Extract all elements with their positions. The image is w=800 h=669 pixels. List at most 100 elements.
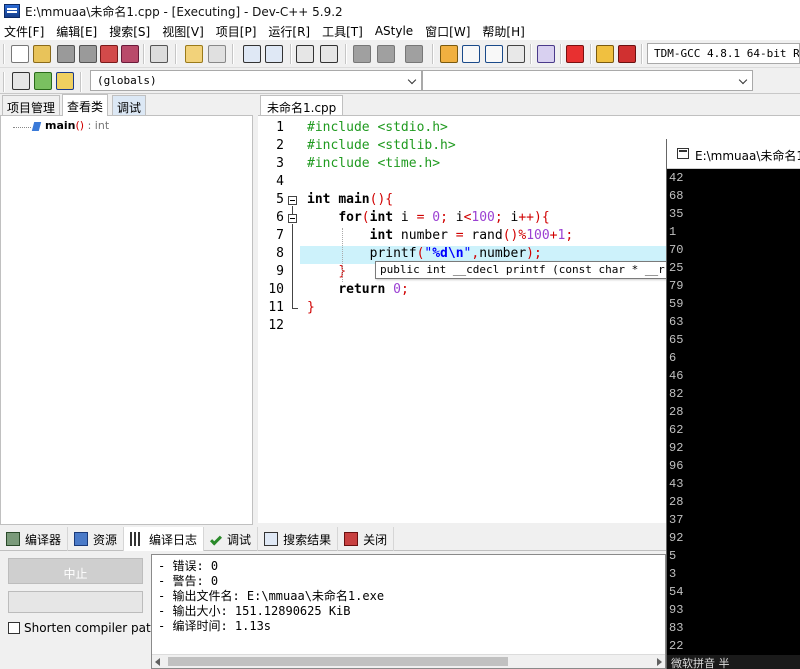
tab-close-label: 关闭 bbox=[363, 532, 388, 547]
menu-file[interactable]: 文件[F] bbox=[0, 23, 50, 40]
bookmark-icon[interactable] bbox=[320, 45, 338, 63]
tab-close[interactable]: 关闭 bbox=[338, 527, 395, 551]
insert-icon[interactable] bbox=[34, 72, 52, 90]
editor-tab-file[interactable]: 未命名1.cpp bbox=[260, 95, 344, 115]
tab-debug[interactable]: 调试 bbox=[112, 95, 147, 115]
tab-project-manager[interactable]: 项目管理 bbox=[2, 95, 61, 115]
run-icon[interactable] bbox=[462, 45, 480, 63]
replace-icon[interactable] bbox=[265, 45, 283, 63]
redo-icon[interactable] bbox=[208, 45, 226, 63]
unindent-icon[interactable] bbox=[377, 45, 395, 63]
console-line: 6 bbox=[669, 351, 677, 365]
log-horizontal-scrollbar[interactable] bbox=[152, 654, 665, 668]
menu-help[interactable]: 帮助[H] bbox=[476, 23, 530, 40]
compile-run-icon[interactable] bbox=[485, 45, 503, 63]
goto-line-icon[interactable] bbox=[296, 45, 314, 63]
bar-chart-icon bbox=[130, 532, 145, 546]
menu-astyle[interactable]: AStyle bbox=[369, 24, 419, 38]
tree-item-main[interactable]: main() : int bbox=[45, 119, 109, 132]
tab-resources[interactable]: 资源 bbox=[68, 527, 125, 551]
checkbox-box[interactable] bbox=[8, 622, 20, 634]
console-line: 65 bbox=[669, 333, 684, 347]
stop-compile-button[interactable]: 中止 bbox=[8, 558, 143, 584]
toggle-comment-icon[interactable] bbox=[405, 45, 423, 63]
log-line: - 编译时间: 1.13s bbox=[158, 619, 272, 633]
save-icon[interactable] bbox=[57, 45, 75, 63]
line-number: 1 bbox=[276, 120, 284, 135]
search-icon bbox=[264, 532, 279, 546]
tab-class-browser[interactable]: 查看类 bbox=[62, 94, 109, 116]
debug-icon[interactable] bbox=[618, 45, 636, 63]
code-line-9: } bbox=[338, 264, 347, 279]
console-window[interactable]: E:\mmuaa\未命名1. 42 68 35 1 70 25 79 59 63… bbox=[666, 139, 800, 669]
devcpp-app-icon bbox=[4, 4, 20, 18]
ime-status-bar: 微软拼音 半 bbox=[667, 655, 800, 669]
line-number: 11 bbox=[268, 300, 284, 315]
console-line: 92 bbox=[669, 441, 684, 455]
menu-tools[interactable]: 工具[T] bbox=[316, 23, 369, 40]
console-line: 96 bbox=[669, 459, 684, 473]
line-number: 7 bbox=[276, 228, 284, 243]
print-icon[interactable] bbox=[150, 45, 168, 63]
scope-select[interactable]: (globals) bbox=[90, 70, 422, 91]
indent-icon[interactable] bbox=[353, 45, 371, 63]
console-line: 28 bbox=[669, 495, 684, 509]
open-file-icon[interactable] bbox=[33, 45, 51, 63]
new-class-icon[interactable] bbox=[12, 72, 30, 90]
line-gutter: 1 2 3 4 5 6 7 8 9 10 11 12 bbox=[258, 116, 300, 523]
menu-edit[interactable]: 编辑[E] bbox=[50, 23, 103, 40]
syntax-check-icon[interactable] bbox=[537, 45, 555, 63]
code-line-10: return 0; bbox=[338, 282, 409, 297]
scroll-right-icon[interactable] bbox=[657, 658, 662, 666]
code-line-6: for(int i = 0; i<100; i++){ bbox=[338, 210, 550, 225]
menu-search[interactable]: 搜索[S] bbox=[103, 23, 156, 40]
line-number: 4 bbox=[276, 174, 284, 189]
code-line-5: int main(){ bbox=[307, 192, 394, 207]
menu-view[interactable]: 视图[V] bbox=[156, 23, 210, 40]
compile-icon[interactable] bbox=[440, 45, 458, 63]
tab-compile-log[interactable]: 编译日志 bbox=[124, 527, 205, 551]
profile-chart-icon[interactable] bbox=[596, 45, 614, 63]
toggle-header-icon[interactable] bbox=[56, 72, 74, 90]
shorten-paths-checkbox[interactable]: Shorten compiler paths bbox=[8, 621, 165, 635]
compile-progress-bar bbox=[8, 591, 143, 613]
title-bar: E:\mmuaa\未命名1.cpp - [Executing] - Dev-C+… bbox=[0, 0, 800, 22]
shorten-paths-label: Shorten compiler paths bbox=[24, 621, 165, 635]
function-select[interactable] bbox=[422, 70, 753, 91]
scroll-thumb[interactable] bbox=[168, 657, 508, 666]
menu-run[interactable]: 运行[R] bbox=[262, 23, 316, 40]
tab-search-results[interactable]: 搜索结果 bbox=[258, 527, 339, 551]
close-all-icon[interactable] bbox=[121, 45, 139, 63]
fold-toggle-icon[interactable] bbox=[288, 196, 297, 205]
console-line: 70 bbox=[669, 243, 684, 257]
find-icon[interactable] bbox=[243, 45, 261, 63]
tab-resources-label: 资源 bbox=[93, 532, 118, 547]
console-line: 25 bbox=[669, 261, 684, 275]
close-icon bbox=[344, 532, 359, 546]
new-file-icon[interactable] bbox=[11, 45, 29, 63]
menu-project[interactable]: 项目[P] bbox=[210, 23, 263, 40]
compile-log[interactable]: - 错误: 0 - 警告: 0 - 输出文件名: E:\mmuaa\未命名1.e… bbox=[151, 554, 666, 669]
toolbar-separator bbox=[232, 44, 234, 64]
console-title-bar[interactable]: E:\mmuaa\未命名1. bbox=[667, 139, 800, 169]
toolbar-separator bbox=[530, 44, 532, 64]
save-all-icon[interactable] bbox=[79, 45, 97, 63]
stop-execution-icon[interactable] bbox=[566, 45, 584, 63]
tab-compiler[interactable]: 编译器 bbox=[0, 527, 69, 551]
scroll-left-icon[interactable] bbox=[155, 658, 160, 666]
fold-toggle-icon[interactable] bbox=[288, 214, 297, 223]
fold-line bbox=[292, 224, 293, 308]
rebuild-all-icon[interactable] bbox=[507, 45, 525, 63]
tab-debug-bottom[interactable]: 调试 bbox=[204, 527, 259, 551]
console-line: 3 bbox=[669, 567, 677, 581]
toolbar-grip bbox=[3, 44, 5, 64]
toolbar-separator bbox=[560, 44, 562, 64]
compiler-select[interactable]: TDM-GCC 4.8.1 64-bit R bbox=[647, 43, 800, 64]
undo-icon[interactable] bbox=[185, 45, 203, 63]
tree-connector bbox=[13, 127, 31, 128]
menu-window[interactable]: 窗口[W] bbox=[419, 23, 476, 40]
console-line: 46 bbox=[669, 369, 684, 383]
close-file-icon[interactable] bbox=[100, 45, 118, 63]
console-line: 28 bbox=[669, 405, 684, 419]
chevron-down-icon bbox=[738, 75, 748, 85]
